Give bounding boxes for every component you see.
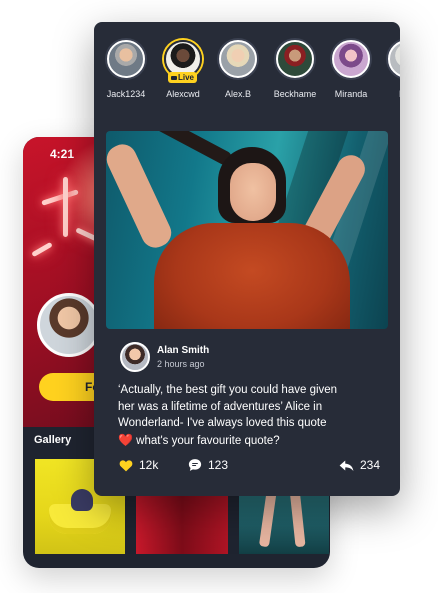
story-name: Beckhame (273, 89, 317, 99)
live-badge: Live (168, 72, 198, 83)
gallery-title: Gallery (34, 434, 72, 446)
story-name: Alexcwd (166, 89, 200, 99)
feed-card: Jack1234 Live Alexcwd Alex.B Beckhame Mi… (94, 22, 400, 496)
post-caption: ‘Actually, the best gift you could have … (118, 384, 338, 447)
story-item[interactable]: Alex.B (208, 40, 268, 99)
story-avatar (107, 40, 145, 78)
profile-avatar[interactable] (37, 293, 101, 357)
comment-button[interactable]: 123 (188, 458, 228, 472)
like-count: 12k (139, 458, 159, 472)
share-count: 234 (360, 458, 381, 472)
story-name: Miranda (334, 89, 368, 99)
story-name: Bob (377, 89, 400, 99)
story-item[interactable]: Beckhame (265, 40, 325, 99)
comment-count: 123 (208, 458, 229, 472)
author-name[interactable]: Alan Smith (157, 345, 209, 356)
story-name: Jack1234 (106, 89, 146, 99)
story-avatar (276, 40, 314, 78)
share-button[interactable]: 234 (339, 458, 380, 472)
story-item-live[interactable]: Live Alexcwd (153, 40, 213, 99)
story-name: Alex.B (224, 89, 251, 99)
comment-icon (188, 459, 202, 471)
story-item[interactable]: Jack1234 (96, 40, 156, 99)
heart-icon (119, 459, 133, 471)
story-avatar (332, 40, 370, 78)
story-item[interactable]: Miranda (321, 40, 381, 99)
like-button[interactable]: 12k (119, 458, 158, 472)
story-avatar (388, 40, 400, 78)
story-avatar (219, 40, 257, 78)
story-item[interactable]: Bob (377, 40, 400, 99)
post-image[interactable] (106, 131, 388, 329)
heart-emoji-icon: ❤️ (118, 432, 133, 447)
video-camera-icon (171, 75, 177, 80)
status-bar-time: 4:21 (50, 147, 75, 161)
stories-bar: Jack1234 Live Alexcwd Alex.B Beckhame Mi… (94, 40, 400, 110)
post-timestamp: 2 hours ago (157, 359, 205, 369)
share-icon (339, 460, 354, 471)
author-avatar[interactable] (120, 342, 150, 372)
